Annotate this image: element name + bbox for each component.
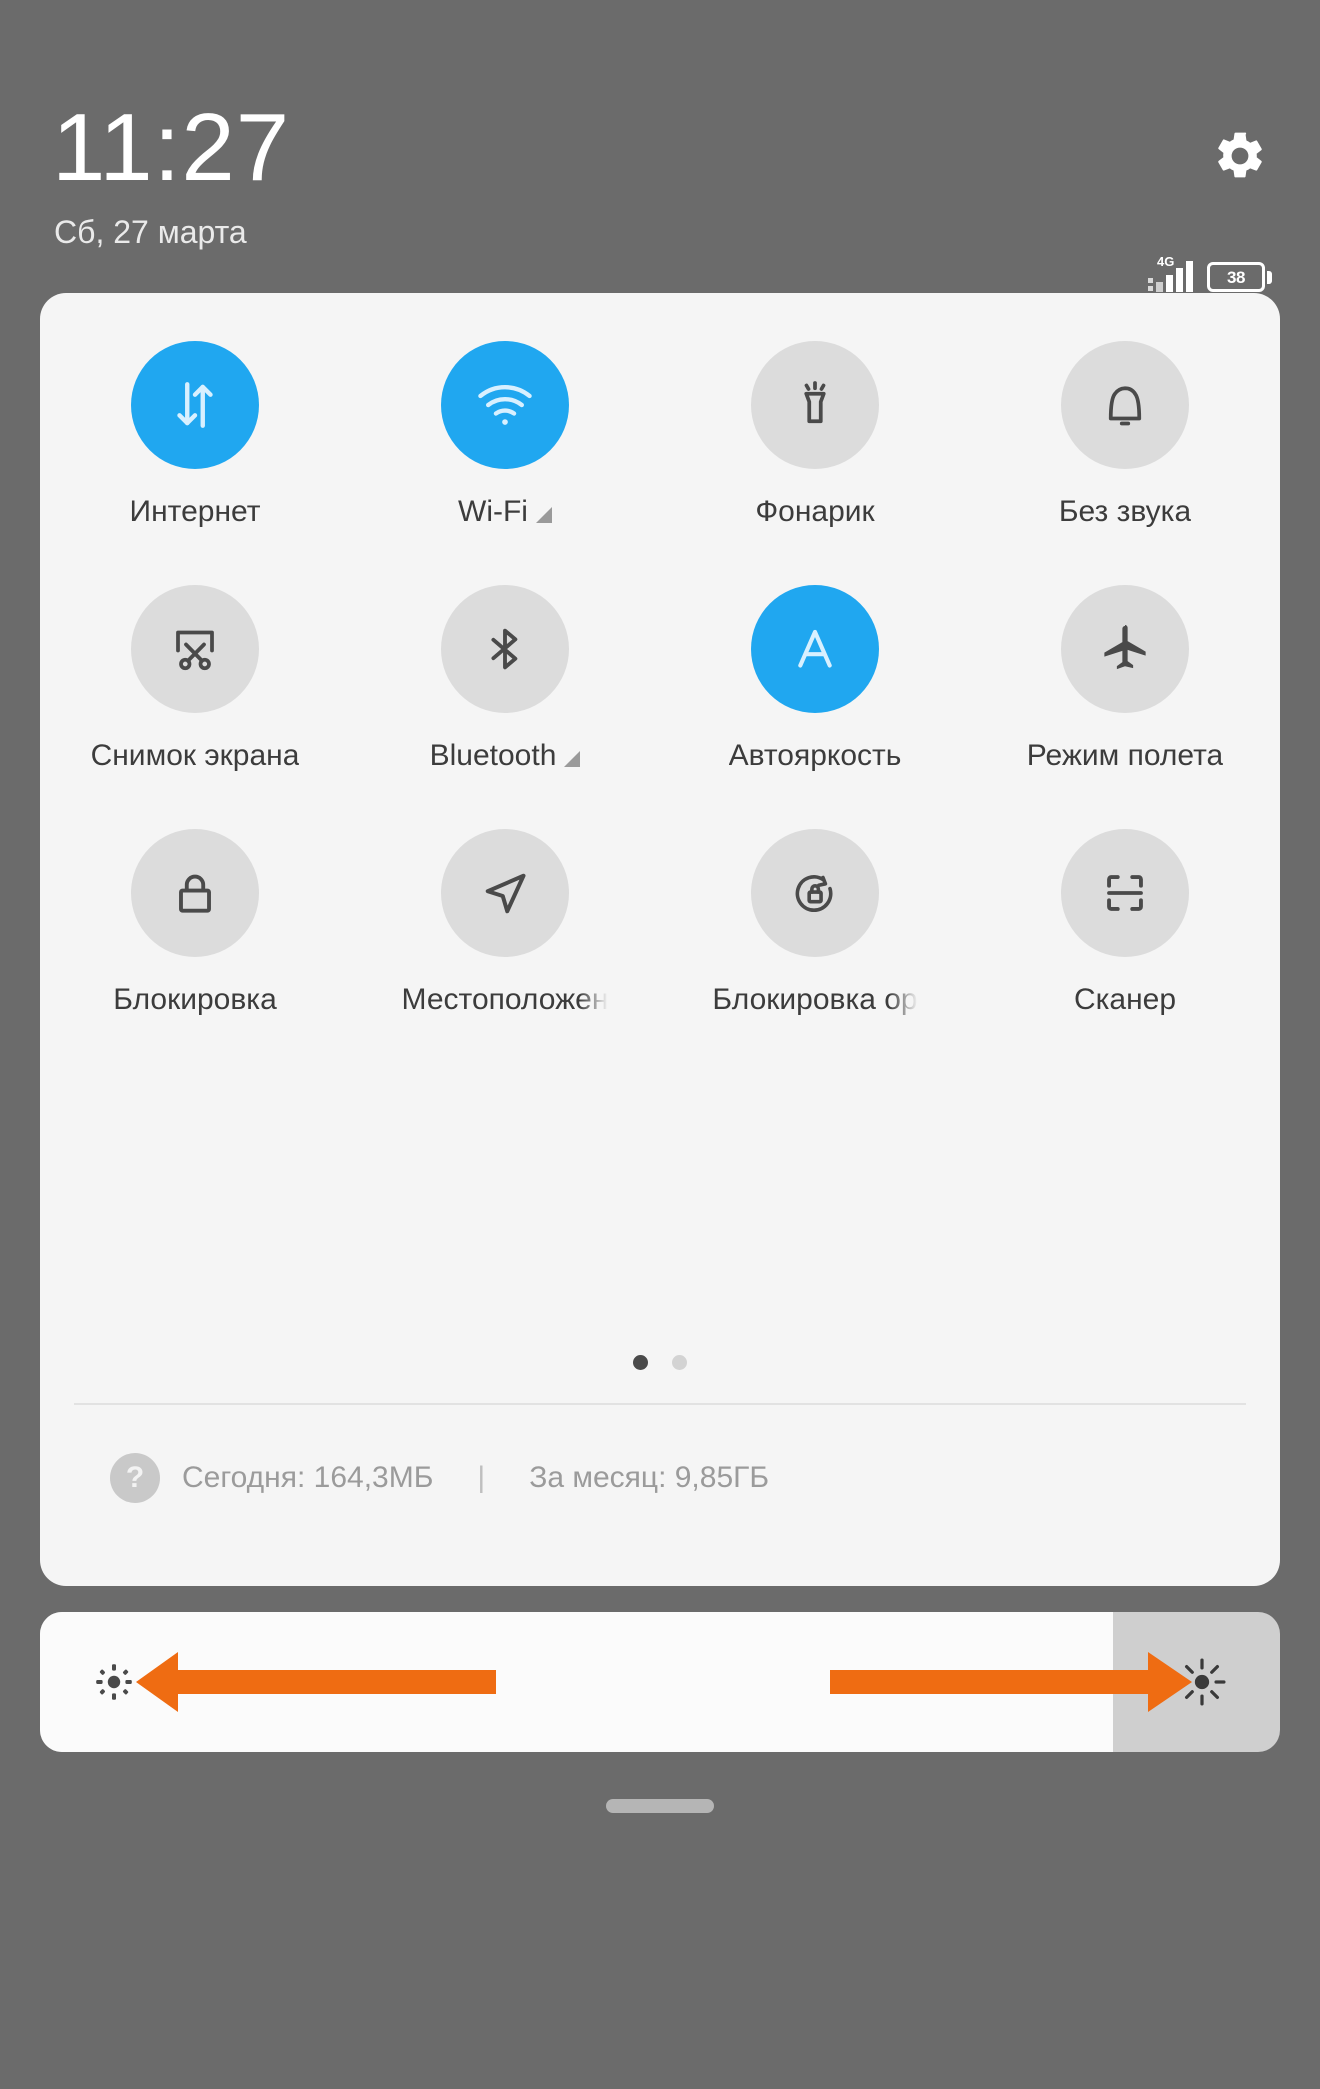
rotation-lock-icon — [751, 829, 879, 957]
tile-scanner[interactable]: Сканер — [970, 829, 1280, 1073]
tile-label: Местоположен — [401, 985, 609, 1015]
data-usage-month: За месяц: 9,85ГБ — [529, 1461, 770, 1494]
tile-flashlight[interactable]: Фонарик — [660, 341, 970, 585]
data-usage-today: Сегодня: 164,3МБ — [182, 1461, 434, 1494]
quick-settings-panel: Интернет Wi-Fi Фонарик Без звука Снимок … — [40, 293, 1280, 1586]
clock: 11:27 — [52, 94, 291, 201]
lock-icon — [131, 829, 259, 957]
battery-icon: 38 — [1207, 262, 1272, 292]
screenshot-icon — [131, 585, 259, 713]
android-quick-settings-screen: 11:27 Сб, 27 марта 4G 38 Интернет Wi-Fi … — [0, 0, 1320, 2089]
tile-bluetooth[interactable]: Bluetooth — [350, 585, 660, 829]
scanner-icon — [1061, 829, 1189, 957]
tile-location[interactable]: Местоположен — [350, 829, 660, 1073]
chevron-expand-icon[interactable] — [564, 751, 581, 767]
tile-label: Интернет — [129, 497, 261, 527]
data-usage-row[interactable]: ? Сегодня: 164,3МБ | За месяц: 9,85ГБ — [110, 1433, 1210, 1523]
quick-settings-tile-grid: Интернет Wi-Fi Фонарик Без звука Снимок … — [40, 341, 1280, 1073]
tile-screenshot[interactable]: Снимок экрана — [40, 585, 350, 829]
date-label: Сб, 27 марта — [54, 214, 247, 250]
bell-icon — [1061, 341, 1189, 469]
tile-airplane-mode[interactable]: Режим полета — [970, 585, 1280, 829]
page-dot-1[interactable] — [633, 1355, 648, 1370]
wifi-icon — [441, 341, 569, 469]
tile-label: Без звука — [1058, 497, 1192, 527]
airplane-icon — [1061, 585, 1189, 713]
brightness-low-icon — [90, 1658, 138, 1706]
data-usage-separator: | — [477, 1461, 486, 1494]
data-transfer-icon — [131, 341, 259, 469]
tile-label: Блокировка ор — [712, 985, 918, 1015]
home-indicator[interactable] — [606, 1799, 714, 1813]
page-dot-2[interactable] — [672, 1355, 687, 1370]
divider — [74, 1403, 1246, 1405]
tile-internet[interactable]: Интернет — [40, 341, 350, 585]
tile-silent[interactable]: Без звука — [970, 341, 1280, 585]
tile-label: Блокировка — [113, 985, 277, 1015]
status-icons: 4G 38 — [1148, 254, 1272, 292]
chevron-expand-icon[interactable] — [535, 507, 552, 523]
brightness-slider-fill — [40, 1612, 1113, 1752]
tile-label: Сканер — [1073, 985, 1177, 1015]
gear-icon[interactable] — [1212, 128, 1268, 184]
tile-auto-brightness[interactable]: Автояркость — [660, 585, 970, 829]
auto-brightness-icon — [751, 585, 879, 713]
tile-label: Wi-Fi — [458, 497, 552, 527]
signal-bars-icon: 4G — [1148, 254, 1193, 292]
tile-lock[interactable]: Блокировка — [40, 829, 350, 1073]
tile-rotation-lock[interactable]: Блокировка ор — [660, 829, 970, 1073]
flashlight-icon — [751, 341, 879, 469]
tile-label: Режим полета — [1026, 741, 1224, 771]
question-mark-icon[interactable]: ? — [110, 1453, 160, 1503]
tile-wifi[interactable]: Wi-Fi — [350, 341, 660, 585]
network-type-label: 4G — [1157, 254, 1175, 269]
location-arrow-icon — [441, 829, 569, 957]
page-indicator — [40, 1355, 1280, 1370]
bluetooth-icon — [441, 585, 569, 713]
tile-label: Автояркость — [728, 741, 902, 771]
battery-percent-label: 38 — [1227, 267, 1245, 287]
tile-label: Снимок экрана — [90, 741, 300, 771]
tile-label: Bluetooth — [430, 741, 581, 771]
tile-label: Фонарик — [755, 497, 875, 527]
status-header: 11:27 Сб, 27 марта 4G 38 — [0, 0, 1320, 300]
brightness-high-icon — [1176, 1656, 1228, 1708]
brightness-slider[interactable] — [40, 1612, 1280, 1752]
